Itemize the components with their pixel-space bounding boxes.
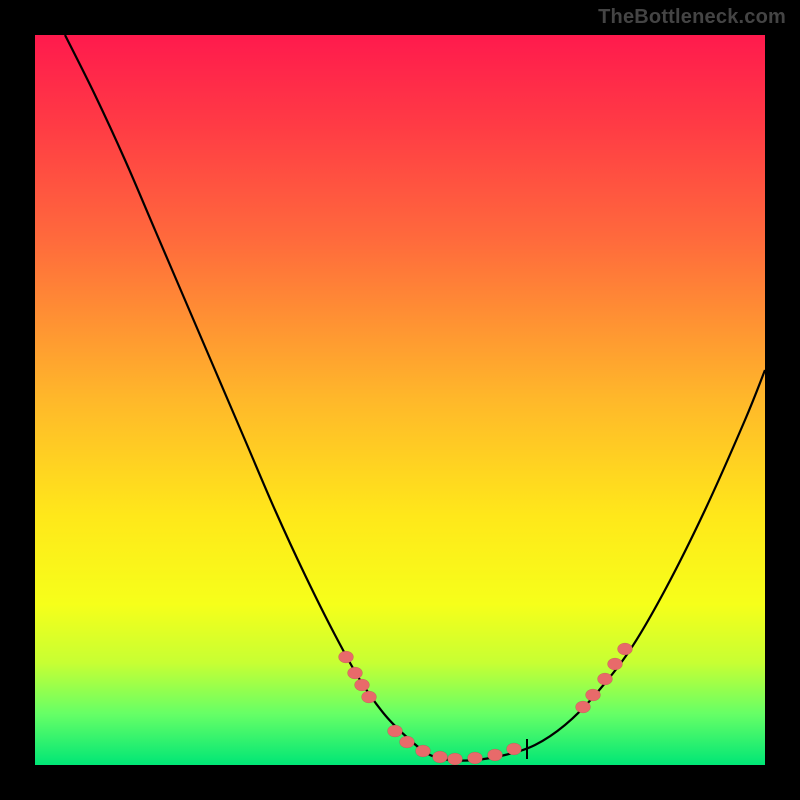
- curve-dot: [388, 725, 403, 737]
- curve-dot: [468, 752, 483, 764]
- curve-dot: [448, 753, 463, 765]
- attribution-text: TheBottleneck.com: [598, 6, 786, 29]
- curve-dot: [598, 673, 613, 685]
- curve-dot: [576, 701, 591, 713]
- plot-area: [35, 35, 765, 765]
- curve-dot: [608, 658, 623, 670]
- chart-frame: TheBottleneck.com: [0, 0, 800, 800]
- curve-dot: [586, 689, 601, 701]
- bottleneck-curve: [65, 35, 765, 761]
- curve-dots: [339, 643, 633, 765]
- curve-dot: [348, 667, 363, 679]
- curve-dot: [362, 691, 377, 703]
- curve-dot: [339, 651, 354, 663]
- curve-dot: [433, 751, 448, 763]
- curve-svg: [35, 35, 765, 765]
- curve-dot: [355, 679, 370, 691]
- curve-dot: [416, 745, 431, 757]
- curve-dot: [400, 736, 415, 748]
- curve-dot: [618, 643, 633, 655]
- curve-dot: [507, 743, 522, 755]
- curve-dot: [488, 749, 503, 761]
